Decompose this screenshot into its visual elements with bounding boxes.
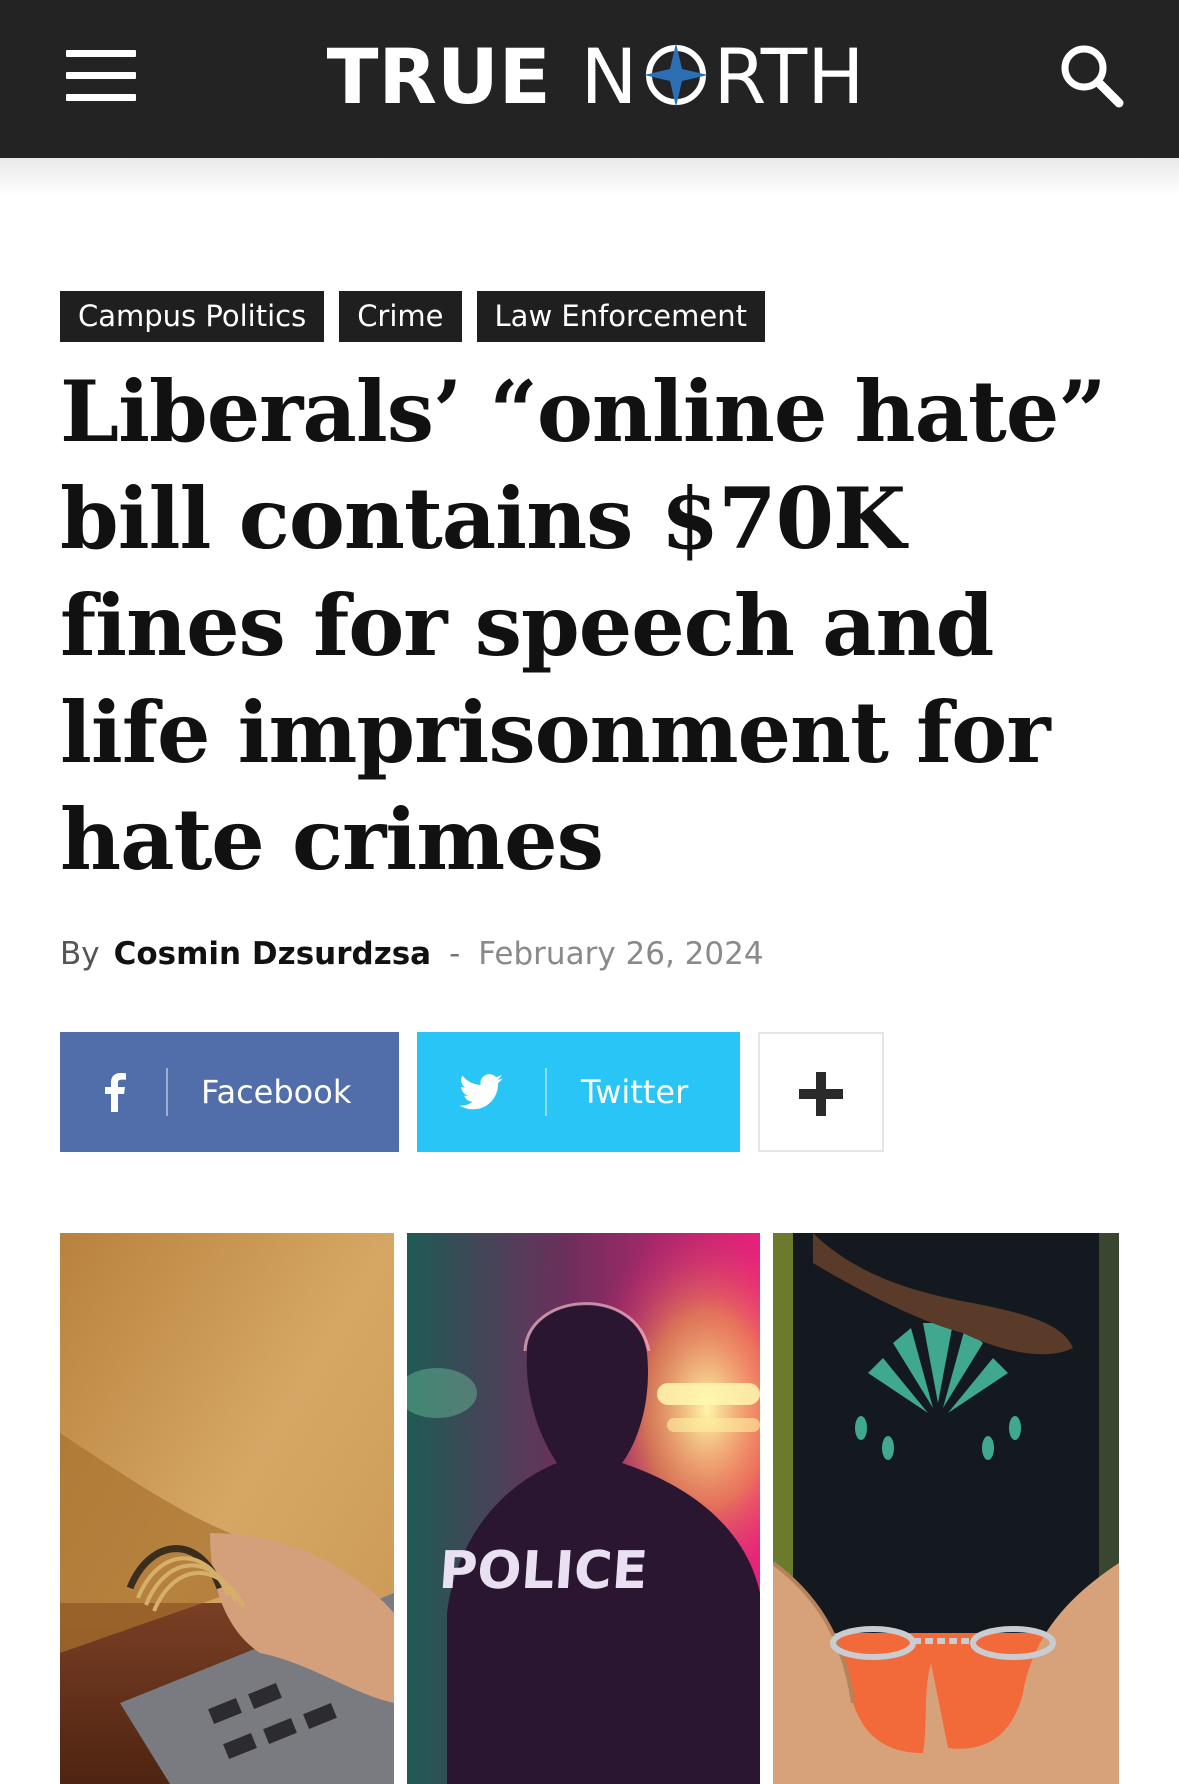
site-header: TRUE N RTH xyxy=(0,0,1179,158)
featured-image-handcuffs xyxy=(773,1233,1119,1784)
facebook-icon xyxy=(60,1032,168,1152)
twitter-icon xyxy=(417,1032,545,1152)
category-tag-campus-politics[interactable]: Campus Politics xyxy=(60,291,325,342)
article-byline: By Cosmin Dzsurdzsa - February 26, 2024 xyxy=(60,932,764,976)
compass-icon xyxy=(643,42,708,107)
featured-image-police-officer: POLICE xyxy=(407,1233,760,1784)
article-headline: Liberals’ “online hate” bill contains $7… xyxy=(60,362,1107,889)
category-tag-law-enforcement[interactable]: Law Enforcement xyxy=(476,291,765,342)
publish-date: February 26, 2024 xyxy=(478,936,764,972)
header-shadow xyxy=(0,158,1179,196)
plus-icon xyxy=(760,1034,882,1154)
share-twitter-label: Twitter xyxy=(581,1073,689,1111)
search-icon[interactable] xyxy=(1058,42,1124,108)
byline-separator: - xyxy=(449,936,461,972)
police-patch-text: POLICE xyxy=(437,1541,650,1601)
share-facebook-label: Facebook xyxy=(201,1073,352,1111)
logo-word-north: N RTH xyxy=(581,32,865,121)
byline-prefix: By xyxy=(60,936,100,972)
logo-word-north-end: RTH xyxy=(713,31,865,121)
share-divider xyxy=(166,1068,168,1116)
category-tags: Campus Politics Crime Law Enforcement xyxy=(60,291,765,342)
category-tag-crime[interactable]: Crime xyxy=(339,291,462,342)
share-more-button[interactable] xyxy=(758,1032,884,1152)
site-logo[interactable]: TRUE N RTH xyxy=(0,31,1179,121)
author-link[interactable]: Cosmin Dzsurdzsa xyxy=(114,936,431,972)
share-divider xyxy=(545,1068,547,1116)
featured-image-laptop xyxy=(60,1233,394,1784)
logo-word-true: TRUE xyxy=(326,31,551,121)
share-twitter-button[interactable]: Twitter xyxy=(417,1032,740,1152)
logo-word-north-start: N xyxy=(580,31,638,121)
share-facebook-button[interactable]: Facebook xyxy=(60,1032,399,1152)
